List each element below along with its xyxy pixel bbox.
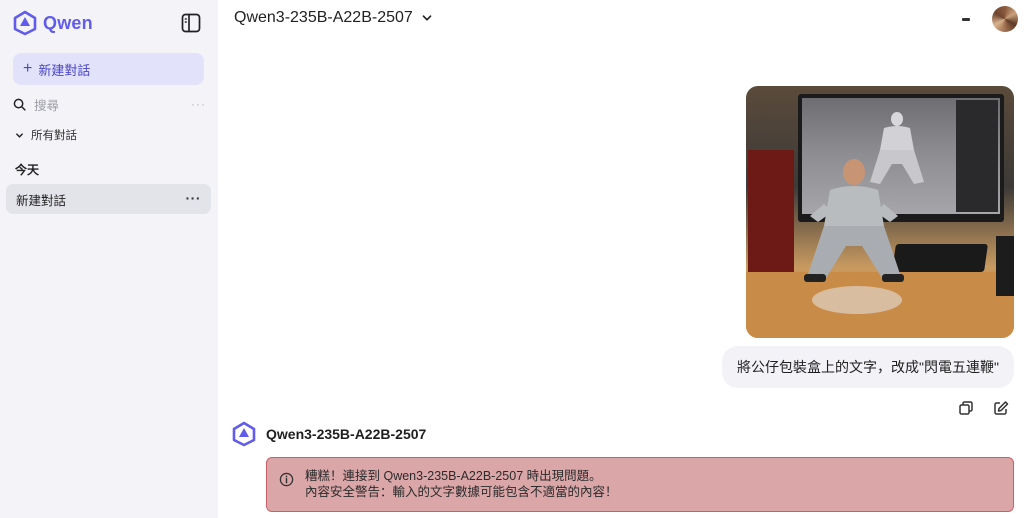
info-icon — [279, 472, 294, 487]
uploaded-image[interactable] — [746, 86, 1014, 338]
ghost-figure — [870, 112, 924, 184]
new-chat-label: 新建對話 — [38, 62, 91, 78]
qwen-logo-icon — [13, 10, 37, 36]
chat-item-menu-icon[interactable]: ··· — [186, 190, 202, 206]
chat-item-label: 新建對話 — [16, 193, 67, 208]
sidebar: Qwen + 新建對話 搜尋 ··· 所有對話 今天 新建對話 ··· — [0, 0, 218, 518]
chevron-down-icon — [422, 15, 432, 21]
error-line-2: 內容安全警告：輸入的文字數據可能包含不適當的內容！ — [305, 485, 618, 499]
model-name: Qwen3-235B-A22B-2507 — [234, 9, 413, 26]
user-message-bubble: 將公仔包裝盒上的文字，改成"閃電五連鞭" — [722, 346, 1014, 388]
edit-icon[interactable] — [993, 400, 1009, 416]
message-actions — [958, 400, 1009, 416]
search-input[interactable]: 搜尋 ··· — [13, 94, 206, 114]
sidebar-toggle-icon[interactable] — [180, 12, 202, 34]
user-message-text: 將公仔包裝盒上的文字，改成"閃電五連鞭" — [737, 359, 999, 375]
all-chats-label: 所有對話 — [31, 130, 77, 142]
brand[interactable]: Qwen — [12, 10, 93, 36]
search-icon — [13, 98, 26, 111]
search-placeholder: 搜尋 — [34, 98, 60, 113]
copy-icon[interactable] — [958, 400, 974, 416]
avatar[interactable] — [992, 6, 1018, 32]
new-chat-button[interactable]: + 新建對話 — [13, 53, 204, 85]
error-message: 糟糕！連接到 Qwen3-235B-A22B-2507 時出現問題。 內容安全警… — [266, 457, 1014, 512]
section-today: 今天 — [15, 163, 40, 177]
search-more-icon[interactable]: ··· — [191, 97, 206, 111]
all-chats-toggle[interactable]: 所有對話 — [15, 127, 77, 143]
sidebar-chat-item[interactable]: 新建對話 ··· — [6, 184, 211, 214]
photo-red-box — [748, 150, 794, 276]
photo-screen-panel — [956, 100, 998, 212]
plus-icon: + — [23, 60, 33, 77]
photo-speaker — [996, 236, 1014, 296]
error-line-1: 糟糕！連接到 Qwen3-235B-A22B-2507 時出現問題。 — [305, 469, 602, 483]
assistant-name: Qwen3-235B-A22B-2507 — [266, 426, 427, 442]
qwen-logo-icon — [232, 421, 256, 447]
brand-name: Qwen — [43, 12, 93, 33]
app-window: Qwen + 新建對話 搜尋 ··· 所有對話 今天 新建對話 ··· Qwen… — [0, 0, 1024, 518]
minimize-icon[interactable] — [962, 18, 970, 21]
chevron-down-icon — [16, 132, 23, 138]
model-selector[interactable]: Qwen3-235B-A22B-2507 — [234, 9, 433, 27]
